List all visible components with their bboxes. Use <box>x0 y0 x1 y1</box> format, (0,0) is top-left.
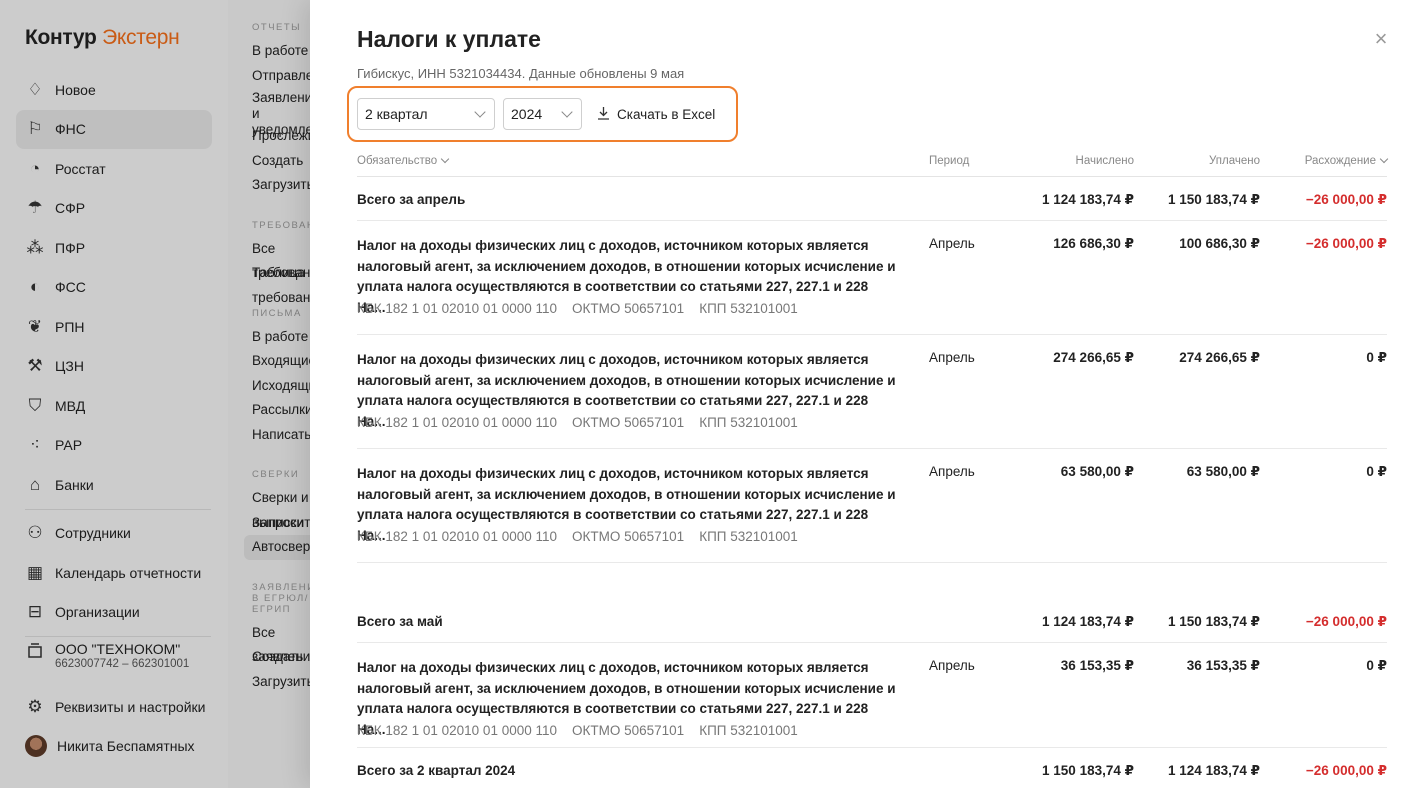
column-period: Период <box>929 155 970 167</box>
accrued-value: 126 686,30 ₽ <box>1053 236 1134 251</box>
oktmo-code: ОКТМО 50657101 <box>572 415 685 430</box>
diff-value: −26 000,00 ₽ <box>1305 763 1387 778</box>
chevron-down-icon <box>1379 154 1389 164</box>
column-diff-label: Расхождение <box>1304 155 1376 167</box>
taxes-panel: Налоги к уплате × Гибискус, ИНН 53210344… <box>310 0 1418 788</box>
total-label: Всего за апрель <box>357 192 466 207</box>
tax-codes: КБК 182 1 01 02010 01 0000 110 ОКТМО 5065… <box>357 415 813 430</box>
diff-value: 0 ₽ <box>1366 350 1387 365</box>
oktmo-code: ОКТМО 50657101 <box>572 301 685 316</box>
accrued-value: 36 153,35 ₽ <box>1060 658 1134 673</box>
kpp-code: КПП 532101001 <box>699 723 798 738</box>
paid-value: 36 153,35 ₽ <box>1186 658 1260 673</box>
download-icon <box>597 106 610 123</box>
tax-row[interactable]: Налог на доходы физических лиц с доходов… <box>357 335 1387 449</box>
period-value: Апрель <box>929 350 975 365</box>
accrued-value: 274 266,65 ₽ <box>1053 350 1134 365</box>
paid-value: 1 150 183,74 ₽ <box>1168 614 1260 629</box>
period-value: Апрель <box>929 236 975 251</box>
kpp-code: КПП 532101001 <box>699 301 798 316</box>
kpp-code: КПП 532101001 <box>699 415 798 430</box>
paid-value: 274 266,65 ₽ <box>1179 350 1260 365</box>
chevron-down-icon <box>474 106 486 118</box>
tax-row[interactable]: Налог на доходы физических лиц с доходов… <box>357 221 1387 335</box>
tax-codes: КБК 182 1 01 02010 01 0000 110 ОКТМО 5065… <box>357 301 813 316</box>
diff-value: −26 000,00 ₽ <box>1305 614 1387 629</box>
chevron-down-icon <box>440 154 450 164</box>
column-paid: Уплачено <box>1208 155 1260 167</box>
total-row: Всего за апрель 1 124 183,74 ₽ 1 150 183,7… <box>357 177 1387 221</box>
kbk-code: КБК 182 1 01 02010 01 0000 110 <box>357 529 558 544</box>
accrued-value: 63 580,00 ₽ <box>1060 464 1134 479</box>
column-obligation[interactable]: Обязательство <box>357 154 450 167</box>
paid-value: 100 686,30 ₽ <box>1179 236 1260 251</box>
oktmo-code: ОКТМО 50657101 <box>572 723 685 738</box>
accrued-value: 1 124 183,74 ₽ <box>1042 614 1134 629</box>
diff-value: 0 ₽ <box>1366 464 1387 479</box>
tax-row[interactable]: Налог на доходы физических лиц с доходов… <box>357 449 1387 563</box>
download-label: Скачать в Excel <box>617 106 716 122</box>
period-value: Апрель <box>929 658 975 673</box>
accrued-value: 1 124 183,74 ₽ <box>1042 192 1134 207</box>
kbk-code: КБК 182 1 01 02010 01 0000 110 <box>357 301 558 316</box>
total-label: Всего за 2 квартал 2024 <box>357 763 516 778</box>
total-row: Всего за 2 квартал 2024 1 150 183,74 ₽ 1 1… <box>357 748 1387 788</box>
accrued-value: 1 150 183,74 ₽ <box>1042 763 1134 778</box>
kpp-code: КПП 532101001 <box>699 529 798 544</box>
column-accrued: Начислено <box>1075 155 1134 167</box>
kbk-code: КБК 182 1 01 02010 01 0000 110 <box>357 723 558 738</box>
tax-codes: КБК 182 1 01 02010 01 0000 110 ОКТМО 5065… <box>357 723 813 738</box>
total-row: Всего за май 1 124 183,74 ₽ 1 150 183,74 ₽… <box>357 599 1387 643</box>
panel-title: Налоги к уплате <box>357 26 541 52</box>
diff-value: 0 ₽ <box>1366 658 1387 673</box>
modal-backdrop[interactable] <box>0 0 310 788</box>
quarter-select[interactable]: 2 квартал <box>357 98 495 130</box>
tax-codes: КБК 182 1 01 02010 01 0000 110 ОКТМО 5065… <box>357 529 813 544</box>
quarter-value: 2 квартал <box>365 106 428 122</box>
filters-group: 2 квартал 2024 Скачать в Excel <box>347 86 738 142</box>
total-label: Всего за май <box>357 614 443 629</box>
paid-value: 1 124 183,74 ₽ <box>1168 763 1260 778</box>
paid-value: 63 580,00 ₽ <box>1186 464 1260 479</box>
year-value: 2024 <box>511 106 543 122</box>
diff-value: −26 000,00 ₽ <box>1305 192 1387 207</box>
oktmo-code: ОКТМО 50657101 <box>572 529 685 544</box>
download-excel-button[interactable]: Скачать в Excel <box>597 98 715 130</box>
diff-value: −26 000,00 ₽ <box>1305 236 1387 251</box>
close-icon[interactable]: × <box>1372 28 1390 50</box>
table-header: Обязательство Период Начислено Уплачено … <box>357 150 1389 177</box>
kbk-code: КБК 182 1 01 02010 01 0000 110 <box>357 415 558 430</box>
column-obligation-label: Обязательство <box>357 155 438 167</box>
panel-subtitle: Гибискус, ИНН 5321034434. Данные обновле… <box>357 66 685 81</box>
tax-row[interactable]: Налог на доходы физических лиц с доходов… <box>357 643 1387 748</box>
column-diff[interactable]: Расхождение <box>1304 154 1389 167</box>
chevron-down-icon <box>561 106 573 118</box>
period-value: Апрель <box>929 464 975 479</box>
paid-value: 1 150 183,74 ₽ <box>1168 192 1260 207</box>
year-select[interactable]: 2024 <box>503 98 582 130</box>
